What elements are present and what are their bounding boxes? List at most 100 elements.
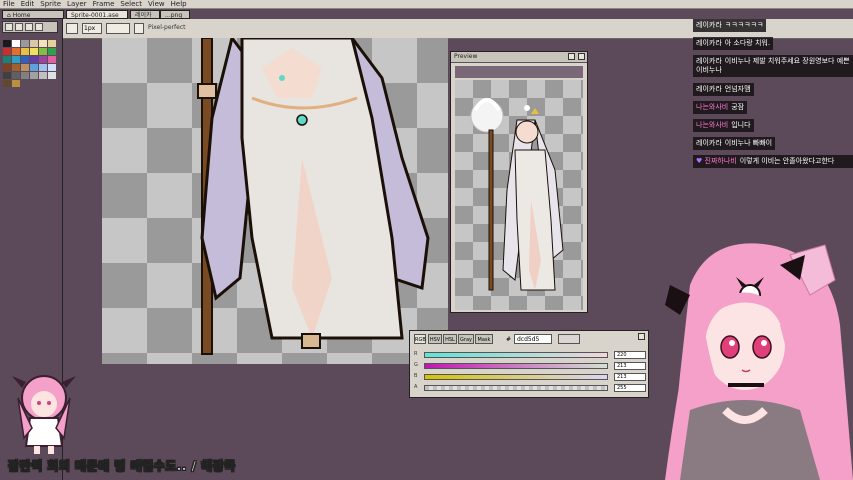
menu-layer[interactable]: Layer bbox=[67, 0, 87, 8]
palette-swatches bbox=[3, 40, 56, 87]
preview-title: Preview bbox=[454, 53, 478, 60]
chat-nick: 레이카라 bbox=[696, 39, 722, 47]
swatch[interactable] bbox=[30, 56, 38, 63]
swatch[interactable] bbox=[3, 56, 11, 63]
swatch[interactable] bbox=[3, 80, 11, 87]
swatch[interactable] bbox=[3, 48, 11, 55]
chat-text: 궁잠 bbox=[731, 103, 745, 111]
vtuber-avatar bbox=[665, 243, 853, 480]
menu-help[interactable]: Help bbox=[171, 0, 187, 8]
tab-home[interactable]: ⌂ Home bbox=[2, 10, 64, 19]
channel-row-g: G 213 bbox=[414, 362, 646, 370]
swatch[interactable] bbox=[3, 64, 11, 71]
swatch[interactable] bbox=[12, 72, 20, 79]
swatch[interactable] bbox=[21, 40, 29, 47]
tab-fourth[interactable]: ...png bbox=[160, 10, 190, 19]
swatch[interactable] bbox=[30, 48, 38, 55]
swatch[interactable] bbox=[12, 64, 20, 71]
channel-a-label: A bbox=[414, 384, 418, 390]
swatch[interactable] bbox=[12, 48, 20, 55]
tab-rgb[interactable]: RGB bbox=[414, 334, 426, 344]
channel-g-value[interactable]: 213 bbox=[614, 362, 646, 370]
swatch[interactable] bbox=[12, 80, 20, 87]
hex-value: dcd5d5 bbox=[517, 336, 540, 343]
chat-nick: 레이카라 bbox=[696, 57, 722, 65]
swatch[interactable] bbox=[48, 64, 56, 71]
swatch[interactable] bbox=[21, 72, 29, 79]
menu-select[interactable]: Select bbox=[120, 0, 142, 8]
swatch[interactable] bbox=[48, 56, 56, 63]
menu-file[interactable]: File bbox=[3, 0, 15, 8]
chat-nick: 진짜하나비 bbox=[704, 157, 737, 165]
swatch[interactable] bbox=[30, 64, 38, 71]
swatch[interactable] bbox=[39, 64, 47, 71]
tab-mask[interactable]: Mask bbox=[475, 334, 493, 344]
swatch[interactable] bbox=[39, 48, 47, 55]
swatch[interactable] bbox=[39, 72, 47, 79]
channel-b-text: 213 bbox=[617, 374, 627, 380]
swatch[interactable] bbox=[30, 72, 38, 79]
hex-hash: # bbox=[506, 336, 512, 343]
swatch[interactable] bbox=[48, 72, 56, 79]
swatch[interactable] bbox=[30, 40, 38, 47]
swatch[interactable] bbox=[3, 40, 11, 47]
preview-window[interactable]: Preview bbox=[450, 51, 588, 313]
swatch[interactable] bbox=[21, 64, 29, 71]
menu-view[interactable]: View bbox=[148, 0, 165, 8]
pixel-perfect-toggle[interactable]: Pixel-perfect bbox=[148, 24, 185, 31]
chat-text: ㅋㅋㅋㅋㅋㅋ bbox=[724, 21, 764, 29]
palette-edit-icon[interactable] bbox=[5, 23, 13, 31]
channel-row-r: R 220 bbox=[414, 351, 646, 359]
color-panel-close-icon[interactable] bbox=[638, 333, 645, 340]
menu-sprite[interactable]: Sprite bbox=[40, 0, 61, 8]
channel-a-slider[interactable] bbox=[424, 385, 608, 391]
chat-nick: 레이카라 bbox=[696, 139, 722, 147]
swatch[interactable] bbox=[12, 56, 20, 63]
channel-b-label: B bbox=[414, 373, 418, 379]
sprite-canvas[interactable] bbox=[102, 38, 448, 364]
menu-frame[interactable]: Frame bbox=[93, 0, 115, 8]
channel-row-b: B 213 bbox=[414, 373, 646, 381]
chibi-avatar bbox=[12, 375, 76, 454]
tab-sprite[interactable]: Sprite-0001.ase × bbox=[66, 10, 128, 28]
chat-text: 이비누나 빠빠이 bbox=[724, 139, 773, 147]
palette-toolbar bbox=[2, 21, 58, 33]
ink-button[interactable] bbox=[134, 23, 144, 34]
channel-a-value[interactable]: 255 bbox=[614, 384, 646, 392]
sprite-artwork bbox=[197, 38, 430, 355]
preview-options-icon[interactable] bbox=[568, 53, 575, 60]
menu-edit[interactable]: Edit bbox=[21, 0, 35, 8]
tab-gray[interactable]: Gray bbox=[458, 334, 474, 344]
brush-angle-field[interactable] bbox=[106, 23, 130, 34]
tab-hsv[interactable]: HSV bbox=[428, 334, 442, 344]
tab-third-label: 레이카 bbox=[135, 12, 152, 19]
swatch[interactable] bbox=[39, 56, 47, 63]
brush-shape-button[interactable] bbox=[66, 23, 78, 34]
chat-text: 아 소다랑 치워. bbox=[724, 39, 771, 47]
heart-icon: ♥ bbox=[696, 157, 705, 165]
swatch[interactable] bbox=[48, 48, 56, 55]
swatch[interactable] bbox=[48, 40, 56, 47]
palette-menu-icon[interactable] bbox=[35, 23, 43, 31]
channel-r-value[interactable]: 220 bbox=[614, 351, 646, 359]
palette-sort-icon[interactable] bbox=[15, 23, 23, 31]
swatch[interactable] bbox=[21, 48, 29, 55]
chat-message: 레이카라 ㅋㅋㅋㅋㅋㅋ bbox=[693, 19, 767, 32]
tab-hsl[interactable]: HSL bbox=[443, 334, 457, 344]
hex-input[interactable]: dcd5d5 bbox=[514, 334, 552, 344]
preview-titlebar: Preview bbox=[451, 52, 587, 63]
preview-close-icon[interactable] bbox=[578, 53, 585, 60]
swatch[interactable] bbox=[39, 40, 47, 47]
swatch[interactable] bbox=[12, 40, 20, 47]
channel-b-value[interactable]: 213 bbox=[614, 373, 646, 381]
chat-text: 이렇게 이비는 안졸아왔다고한다 bbox=[739, 157, 835, 165]
channel-b-slider[interactable] bbox=[424, 374, 608, 380]
swatch[interactable] bbox=[3, 72, 11, 79]
channel-g-slider[interactable] bbox=[424, 363, 608, 369]
swatch[interactable] bbox=[21, 56, 29, 63]
channel-r-slider[interactable] bbox=[424, 352, 608, 358]
palette-options-icon[interactable] bbox=[25, 23, 33, 31]
chat-message: 나는와사비 입니다 bbox=[693, 119, 754, 132]
tab-third[interactable]: 레이카 bbox=[130, 10, 160, 19]
brush-size-field[interactable]: 1px bbox=[82, 23, 102, 34]
